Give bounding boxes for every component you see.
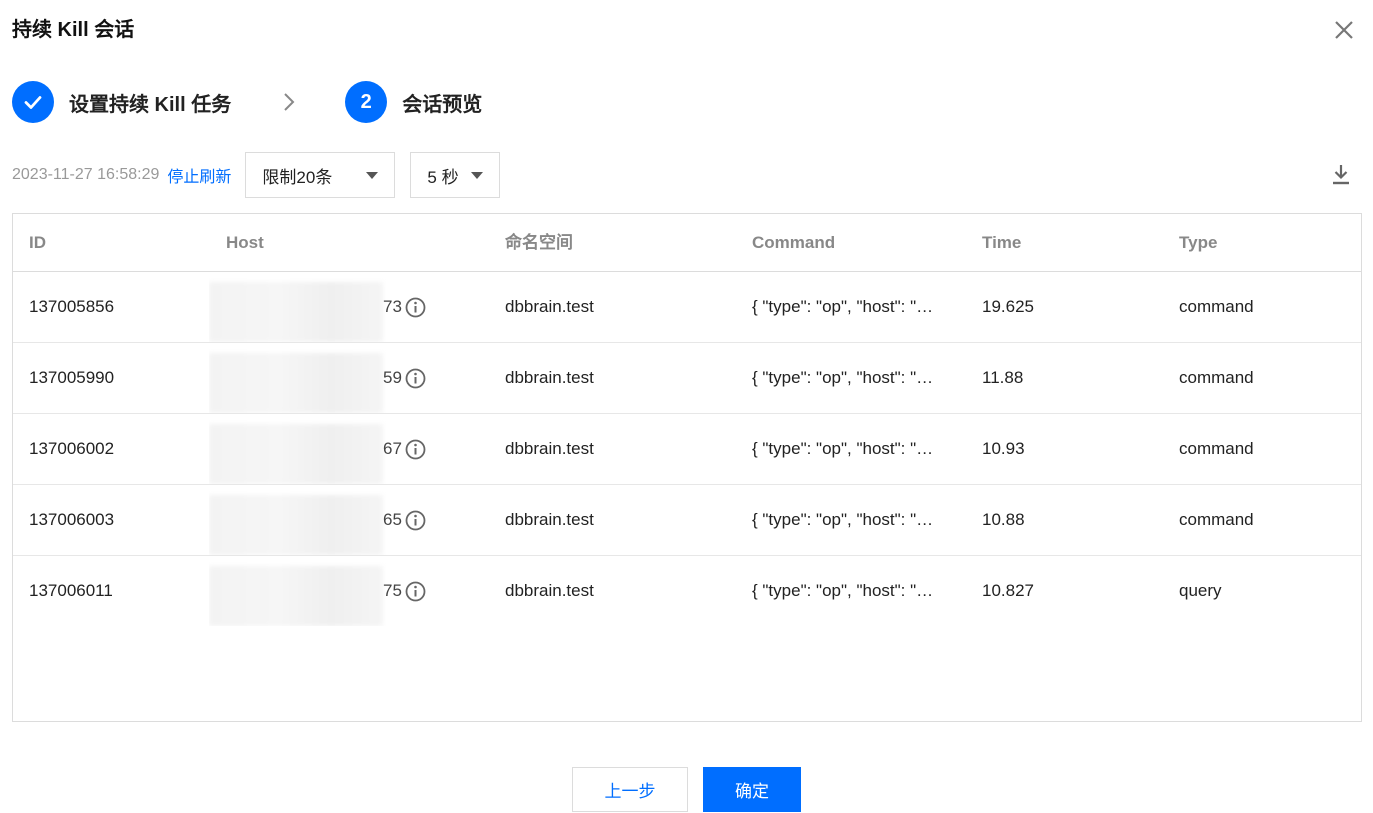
table-row: 137006002 67 dbbrain.test { "type": "op"… [13,414,1361,485]
step-1-circle [12,81,54,123]
table-row: 137006011 75 dbbrain.test { "type": "op"… [13,556,1361,627]
info-icon[interactable] [405,581,426,602]
interval-select-value: 5 秒 [427,167,459,187]
step-2-circle: 2 [345,81,388,123]
cell-namespace: dbbrain.test [505,510,594,529]
sessions-table: ID Host 命名空间 Command Time Type 137005856… [12,213,1362,722]
download-icon[interactable] [1330,163,1352,187]
dialog-footer: 上一步 确定 [0,767,1373,812]
step-2: 2 会话预览 [345,81,482,123]
host-tail: 59 [383,368,402,387]
host-redacted [209,424,383,484]
cell-id: 137006003 [29,510,115,529]
host-tail: 65 [383,510,402,529]
cell-command: { "type": "op", "host": "… [752,581,934,600]
host-tail: 67 [383,439,402,458]
cell-host: 59 [209,343,449,413]
cell-command: { "type": "op", "host": "… [752,297,934,316]
cell-id: 137006002 [29,439,115,458]
cell-type: command [1179,368,1254,387]
step-1: 设置持续 Kill 任务 [12,81,231,123]
column-header-command: Command [752,233,836,252]
step-2-label: 会话预览 [402,93,483,116]
host-redacted [209,282,383,342]
interval-select[interactable]: 5 秒 [410,152,501,198]
cell-time: 19.625 [982,297,1034,316]
column-header-time: Time [982,233,1022,252]
info-icon[interactable] [405,510,426,531]
cell-type: command [1179,297,1254,316]
refresh-timestamp: 2023-11-27 16:58:29 [12,166,160,183]
limit-select[interactable]: 限制20条 [245,152,396,198]
close-icon [1335,21,1353,39]
table-row: 137005856 73 dbbrain.test { "type": "op"… [13,272,1361,343]
cell-namespace: dbbrain.test [505,297,594,316]
previous-step-button[interactable]: 上一步 [572,767,688,812]
cell-time: 11.88 [982,368,1024,387]
cell-host: 73 [209,272,449,342]
cell-host: 65 [209,485,449,555]
steps-bar: 设置持续 Kill 任务 2 会话预览 [12,81,482,123]
column-header-type: Type [1179,233,1218,252]
cell-id: 137005856 [29,297,115,316]
cell-host: 75 [209,556,449,626]
cell-host: 67 [209,414,449,484]
host-redacted [209,495,383,555]
host-redacted [209,566,383,626]
cell-type: command [1179,510,1254,529]
column-header-id: ID [29,233,46,252]
table-row: 137006003 65 dbbrain.test { "type": "op"… [13,485,1361,556]
cell-time: 10.93 [982,439,1025,458]
cell-type: query [1179,581,1222,600]
info-icon[interactable] [405,297,426,318]
cell-namespace: dbbrain.test [505,439,594,458]
info-icon[interactable] [405,439,426,460]
cell-id: 137006011 [29,581,113,600]
step-1-label: 设置持续 Kill 任务 [69,93,232,116]
table-header: ID Host 命名空间 Command Time Type [13,214,1361,272]
confirm-button[interactable]: 确定 [703,767,801,812]
cell-time: 10.88 [982,510,1025,529]
cell-id: 137005990 [29,368,115,387]
cell-type: command [1179,439,1254,458]
cell-namespace: dbbrain.test [505,368,594,387]
table-row: 137005990 59 dbbrain.test { "type": "op"… [13,343,1361,414]
cell-namespace: dbbrain.test [505,581,594,600]
chevron-right-icon [284,93,295,111]
host-tail: 75 [383,581,402,600]
close-button[interactable] [1332,18,1356,42]
limit-select-value: 限制20条 [262,167,333,187]
column-header-host: Host [226,233,264,252]
cell-time: 10.827 [982,581,1034,600]
caret-down-icon [366,172,379,179]
cell-command: { "type": "op", "host": "… [752,439,934,458]
check-icon [24,96,42,109]
dialog-title: 持续 Kill 会话 [12,19,135,41]
host-redacted [209,353,383,413]
stop-refresh-link[interactable]: 停止刷新 [167,163,231,187]
caret-down-icon [471,172,484,179]
host-tail: 73 [383,297,402,316]
column-header-namespace: 命名空间 [505,233,573,252]
info-icon[interactable] [405,368,426,389]
cell-command: { "type": "op", "host": "… [752,368,934,387]
toolbar: 2023-11-27 16:58:29 停止刷新 限制20条 5 秒 [12,152,1362,198]
cell-command: { "type": "op", "host": "… [752,510,934,529]
